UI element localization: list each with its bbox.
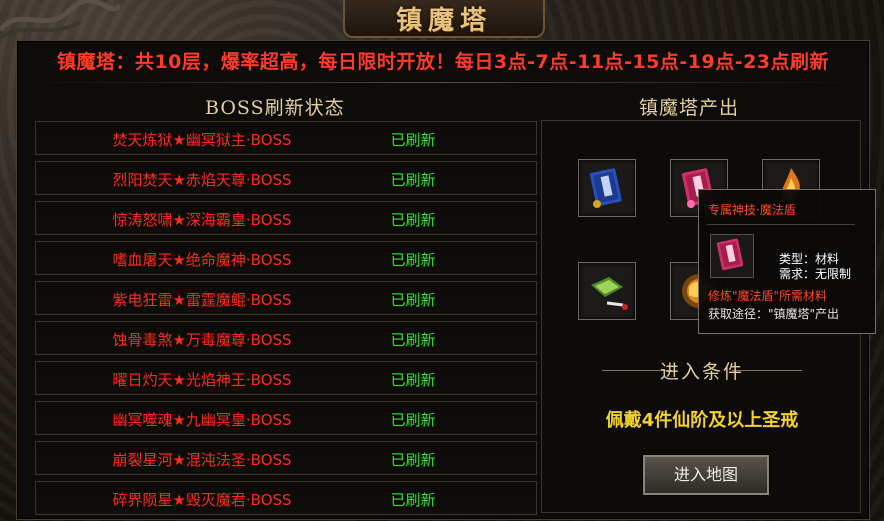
item-slot[interactable] bbox=[578, 262, 636, 320]
boss-name: 嗜血屠天★绝命魔神·BOSS bbox=[112, 251, 292, 269]
boss-list: 焚天炼狱★幽冥狱主·BOSS 已刷新 烈阳焚天★赤焰天尊·BOSS 已刷新 惊涛怒啸… bbox=[35, 121, 537, 521]
item-tooltip: 专属神技·魔法盾 类型：材料 需求：无限制 修炼"魔法盾"所需材料 获取途径："… bbox=[698, 189, 876, 334]
condition-title: 进入条件 bbox=[659, 361, 744, 383]
boss-status: 已刷新 bbox=[390, 331, 436, 349]
boss-status: 已刷新 bbox=[390, 211, 436, 229]
boss-row[interactable]: 蚀骨毒煞★万毒魔尊·BOSS 已刷新 bbox=[35, 321, 537, 355]
condition-text: 佩戴4件仙阶及以上圣戒 bbox=[605, 410, 799, 431]
boss-status: 已刷新 bbox=[390, 411, 436, 429]
tooltip-requirement: 需求：无限制 bbox=[779, 267, 852, 281]
boss-status: 已刷新 bbox=[390, 451, 436, 469]
window-title: 镇魔塔 bbox=[395, 6, 492, 36]
boss-status: 已刷新 bbox=[390, 251, 436, 269]
green-jade-scroll-icon bbox=[591, 277, 628, 310]
boss-status: 已刷新 bbox=[390, 171, 436, 189]
boss-status: 已刷新 bbox=[390, 131, 436, 149]
boss-row[interactable]: 碎界陨星★毁灭魔君·BOSS 已刷新 bbox=[35, 481, 537, 515]
enter-map-button[interactable]: 进入地图 bbox=[643, 455, 769, 495]
dragon-ornament-icon bbox=[0, 0, 120, 40]
boss-row[interactable]: 紫电狂雷★雷霆魔鲲·BOSS 已刷新 bbox=[35, 281, 537, 315]
tooltip-usage: 修炼"魔法盾"所需材料 bbox=[708, 289, 828, 303]
tooltip-source: 获取途径："镇魔塔"产出 bbox=[708, 307, 840, 321]
boss-status: 已刷新 bbox=[390, 491, 436, 509]
blue-skill-book-icon bbox=[589, 168, 622, 208]
boss-row[interactable]: 焚天炼狱★幽冥狱主·BOSS 已刷新 bbox=[35, 121, 537, 155]
refresh-notice: 镇魔塔：共10层，爆率超高，每日限时开放！每日3点-7点-11点-15点-19点… bbox=[56, 51, 830, 73]
tooltip-item-icon bbox=[710, 234, 754, 278]
divider bbox=[23, 82, 863, 83]
boss-status: 已刷新 bbox=[390, 291, 436, 309]
boss-row[interactable]: 崩裂星河★混沌法圣·BOSS 已刷新 bbox=[35, 441, 537, 475]
boss-row[interactable]: 烈阳焚天★赤焰天尊·BOSS 已刷新 bbox=[35, 161, 537, 195]
output-section-title: 镇魔塔产出 bbox=[639, 97, 740, 119]
boss-name: 碎界陨星★毁灭魔君·BOSS bbox=[112, 491, 292, 509]
boss-name: 焚天炼狱★幽冥狱主·BOSS bbox=[112, 131, 292, 149]
boss-name: 惊涛怒啸★深海霸皇·BOSS bbox=[112, 211, 292, 229]
boss-name: 蚀骨毒煞★万毒魔尊·BOSS bbox=[112, 331, 292, 349]
boss-row[interactable]: 惊涛怒啸★深海霸皇·BOSS 已刷新 bbox=[35, 201, 537, 235]
boss-name: 烈阳焚天★赤焰天尊·BOSS bbox=[112, 171, 292, 189]
boss-row[interactable]: 曜日灼天★光焰神王·BOSS 已刷新 bbox=[35, 361, 537, 395]
boss-name: 崩裂星河★混沌法圣·BOSS bbox=[112, 451, 292, 469]
boss-name: 曜日灼天★光焰神王·BOSS bbox=[112, 371, 292, 389]
red-skill-book-icon bbox=[716, 238, 744, 271]
window-title-plate: 镇魔塔 bbox=[343, 0, 545, 38]
tooltip-title: 专属神技·魔法盾 bbox=[708, 203, 796, 217]
boss-section-title: BOSS刷新状态 bbox=[205, 97, 345, 119]
boss-row[interactable]: 幽冥噬魂★九幽冥皇·BOSS 已刷新 bbox=[35, 401, 537, 435]
game-window: 镇魔塔 镇魔塔：共10层，爆率超高，每日限时开放！每日3点-7点-11点-15点… bbox=[0, 0, 884, 521]
boss-status: 已刷新 bbox=[390, 371, 436, 389]
item-slot[interactable] bbox=[578, 159, 636, 217]
tooltip-divider bbox=[707, 224, 855, 225]
boss-name: 幽冥噬魂★九幽冥皇·BOSS bbox=[112, 411, 292, 429]
boss-name: 紫电狂雷★雷霆魔鲲·BOSS bbox=[112, 291, 292, 309]
boss-row[interactable]: 嗜血屠天★绝命魔神·BOSS 已刷新 bbox=[35, 241, 537, 275]
